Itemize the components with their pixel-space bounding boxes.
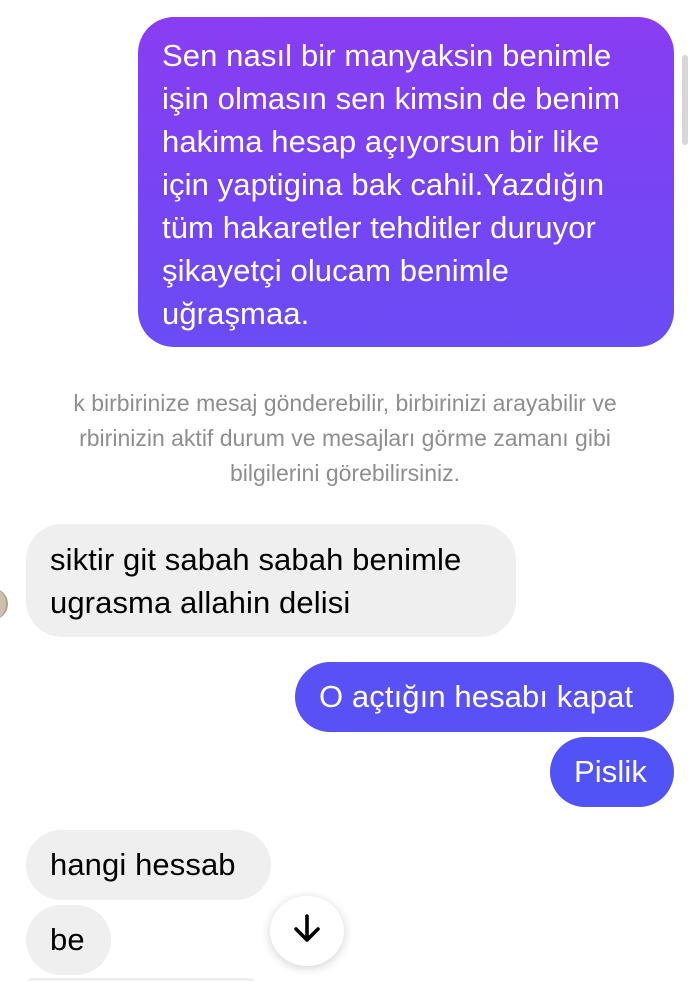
chat-system-notice: k birbirinize mesaj gönderebilir, birbir… [73,390,617,486]
received-message-bubble[interactable]: be [26,905,111,975]
sent-message-bubble[interactable]: Pislik [550,737,674,807]
scroll-to-bottom-button[interactable] [270,896,344,966]
received-message-bubble[interactable]: siktir git sabah sabah benimle ugrasma a… [26,524,516,637]
sent-message-bubble[interactable]: Sen nasıl bir manyaksin benimle işin olm… [138,17,674,347]
received-message-bubble[interactable]: hangi hessab [26,830,271,900]
arrow-down-icon [292,913,322,950]
scrollbar[interactable] [682,55,688,145]
sent-message-bubble[interactable]: O açtığın hesabı kapat [295,662,674,732]
contact-avatar[interactable] [0,588,8,620]
